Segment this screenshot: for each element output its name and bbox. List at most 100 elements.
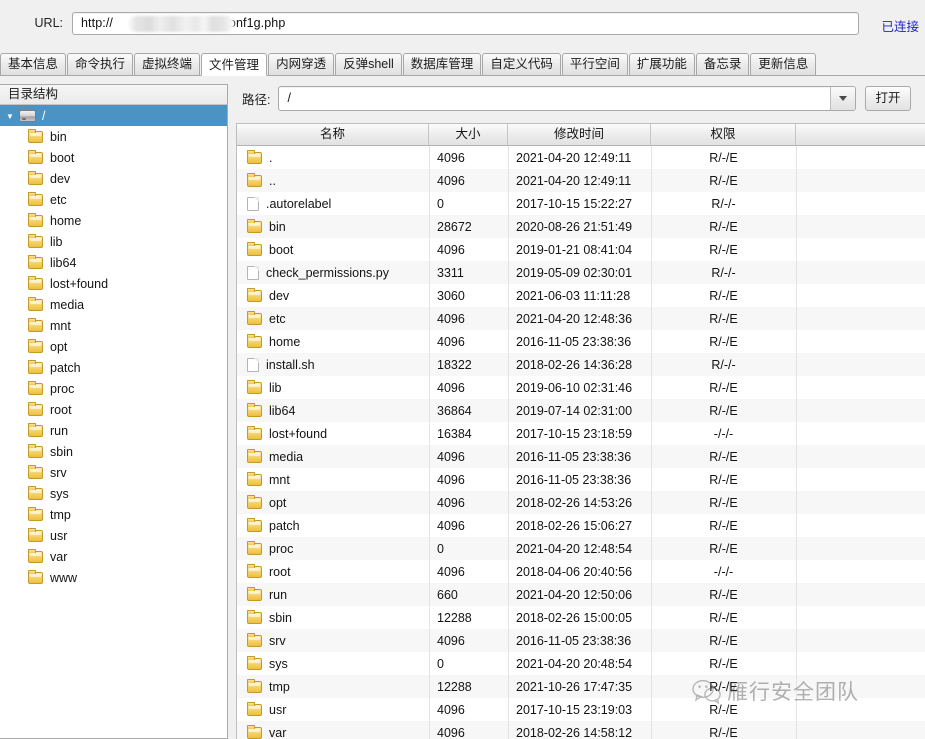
tree-node-root[interactable]: root (0, 399, 227, 420)
tree-node-home[interactable]: home (0, 210, 227, 231)
tab-5[interactable]: 反弹shell (335, 53, 402, 75)
cell-mtime: 2019-01-21 08:41:04 (508, 239, 651, 261)
column-header-permissions[interactable]: 权限 (651, 124, 796, 145)
table-row[interactable]: .40962021-04-20 12:49:11R/-/E (237, 146, 925, 169)
table-row[interactable]: dev30602021-06-03 11:11:28R/-/E (237, 284, 925, 307)
table-row[interactable]: home40962016-11-05 23:38:36R/-/E (237, 330, 925, 353)
tree-node-mnt[interactable]: mnt (0, 315, 227, 336)
table-row[interactable]: check_permissions.py33112019-05-09 02:30… (237, 261, 925, 284)
table-row[interactable]: lost+found163842017-10-15 23:18:59-/-/- (237, 422, 925, 445)
column-header-mtime[interactable]: 修改时间 (508, 124, 651, 145)
cell-permissions: R/-/E (651, 308, 796, 330)
tree-node-opt[interactable]: opt (0, 336, 227, 357)
tab-10[interactable]: 备忘录 (696, 53, 750, 75)
cell-name: usr (237, 699, 429, 721)
folder-icon (247, 681, 262, 693)
tab-0[interactable]: 基本信息 (0, 53, 66, 75)
cell-mtime: 2018-02-26 15:06:27 (508, 515, 651, 537)
tree-node-lost-found[interactable]: lost+found (0, 273, 227, 294)
cell-permissions: R/-/E (651, 239, 796, 261)
tree-node-label: lib (50, 235, 63, 249)
table-row[interactable]: root40962018-04-06 20:40:56-/-/- (237, 560, 925, 583)
file-name-label: bin (269, 216, 286, 238)
tree-node-patch[interactable]: patch (0, 357, 227, 378)
tab-7[interactable]: 自定义代码 (482, 53, 561, 75)
table-row[interactable]: tmp122882021-10-26 17:47:35R/-/E (237, 675, 925, 698)
tab-4[interactable]: 内网穿透 (268, 53, 334, 75)
tab-label: 内网穿透 (276, 57, 326, 71)
tree-node-dev[interactable]: dev (0, 168, 227, 189)
tab-label: 更新信息 (758, 57, 808, 71)
cell-size: 4096 (429, 377, 508, 399)
table-row[interactable]: sbin122882018-02-26 15:00:05R/-/E (237, 606, 925, 629)
file-name-label: etc (269, 308, 286, 330)
disk-icon (19, 110, 36, 122)
cell-size: 4096 (429, 561, 508, 583)
column-divider (429, 146, 430, 739)
table-row[interactable]: lib64368642019-07-14 02:31:00R/-/E (237, 399, 925, 422)
tree-node-tmp[interactable]: tmp (0, 504, 227, 525)
cell-permissions: R/-/- (651, 193, 796, 215)
table-row[interactable]: srv40962016-11-05 23:38:36R/-/E (237, 629, 925, 652)
tree-node-root[interactable]: ▼/ (0, 105, 227, 126)
table-row[interactable]: boot40962019-01-21 08:41:04R/-/E (237, 238, 925, 261)
table-row[interactable]: var40962018-02-26 14:58:12R/-/E (237, 721, 925, 739)
column-header-name[interactable]: 名称 (237, 124, 429, 145)
file-name-label: home (269, 331, 300, 353)
table-row[interactable]: patch40962018-02-26 15:06:27R/-/E (237, 514, 925, 537)
tab-1[interactable]: 命令执行 (67, 53, 133, 75)
tab-9[interactable]: 扩展功能 (629, 53, 695, 75)
table-row[interactable]: .autorelabel02017-10-15 15:22:27R/-/- (237, 192, 925, 215)
column-header-size[interactable]: 大小 (429, 124, 508, 145)
file-name-label: check_permissions.py (266, 262, 389, 284)
tree-node-run[interactable]: run (0, 420, 227, 441)
tree-node-sbin[interactable]: sbin (0, 441, 227, 462)
tree-node-media[interactable]: media (0, 294, 227, 315)
table-row[interactable]: ..40962021-04-20 12:49:11R/-/E (237, 169, 925, 192)
cell-permissions: R/-/- (651, 262, 796, 284)
tree-node-boot[interactable]: boot (0, 147, 227, 168)
column-header-spacer[interactable] (796, 124, 925, 145)
folder-icon (28, 341, 43, 353)
table-row[interactable]: sys02021-04-20 20:48:54R/-/E (237, 652, 925, 675)
table-row[interactable]: install.sh183222018-02-26 14:36:28R/-/- (237, 353, 925, 376)
open-button[interactable]: 打开 (865, 86, 911, 111)
tree-node-sys[interactable]: sys (0, 483, 227, 504)
table-row[interactable]: etc40962021-04-20 12:48:36R/-/E (237, 307, 925, 330)
tree-node-label: patch (50, 361, 81, 375)
cell-name: lib (237, 377, 429, 399)
table-row[interactable]: run6602021-04-20 12:50:06R/-/E (237, 583, 925, 606)
tree-node-proc[interactable]: proc (0, 378, 227, 399)
tree-node-etc[interactable]: etc (0, 189, 227, 210)
file-name-label: media (269, 446, 303, 468)
url-input[interactable]: http:///conf1g.php (72, 12, 859, 35)
table-row[interactable]: proc02021-04-20 12:48:54R/-/E (237, 537, 925, 560)
file-name-label: proc (269, 538, 293, 560)
tab-3[interactable]: 文件管理 (201, 53, 267, 76)
cell-size: 12288 (429, 676, 508, 698)
tree-node-www[interactable]: www (0, 567, 227, 588)
table-row[interactable]: mnt40962016-11-05 23:38:36R/-/E (237, 468, 925, 491)
tab-2[interactable]: 虚拟终端 (134, 53, 200, 75)
cell-permissions: R/-/E (651, 630, 796, 652)
table-row[interactable]: media40962016-11-05 23:38:36R/-/E (237, 445, 925, 468)
folder-icon (247, 543, 262, 555)
chevron-down-icon[interactable] (830, 87, 855, 110)
tab-6[interactable]: 数据库管理 (403, 53, 482, 75)
tree-node-usr[interactable]: usr (0, 525, 227, 546)
tab-8[interactable]: 平行空间 (562, 53, 628, 75)
table-row[interactable]: lib40962019-06-10 02:31:46R/-/E (237, 376, 925, 399)
tree-node-bin[interactable]: bin (0, 126, 227, 147)
path-combobox[interactable]: / (278, 86, 856, 111)
tree-node-lib[interactable]: lib (0, 231, 227, 252)
tab-11[interactable]: 更新信息 (750, 53, 816, 75)
cell-size: 4096 (429, 239, 508, 261)
table-row[interactable]: usr40962017-10-15 23:19:03R/-/E (237, 698, 925, 721)
cell-permissions: R/-/E (651, 515, 796, 537)
tree-node-var[interactable]: var (0, 546, 227, 567)
tree-node-lib64[interactable]: lib64 (0, 252, 227, 273)
table-row[interactable]: opt40962018-02-26 14:53:26R/-/E (237, 491, 925, 514)
tree-node-srv[interactable]: srv (0, 462, 227, 483)
table-row[interactable]: bin286722020-08-26 21:51:49R/-/E (237, 215, 925, 238)
caret-down-icon[interactable]: ▼ (6, 113, 19, 121)
